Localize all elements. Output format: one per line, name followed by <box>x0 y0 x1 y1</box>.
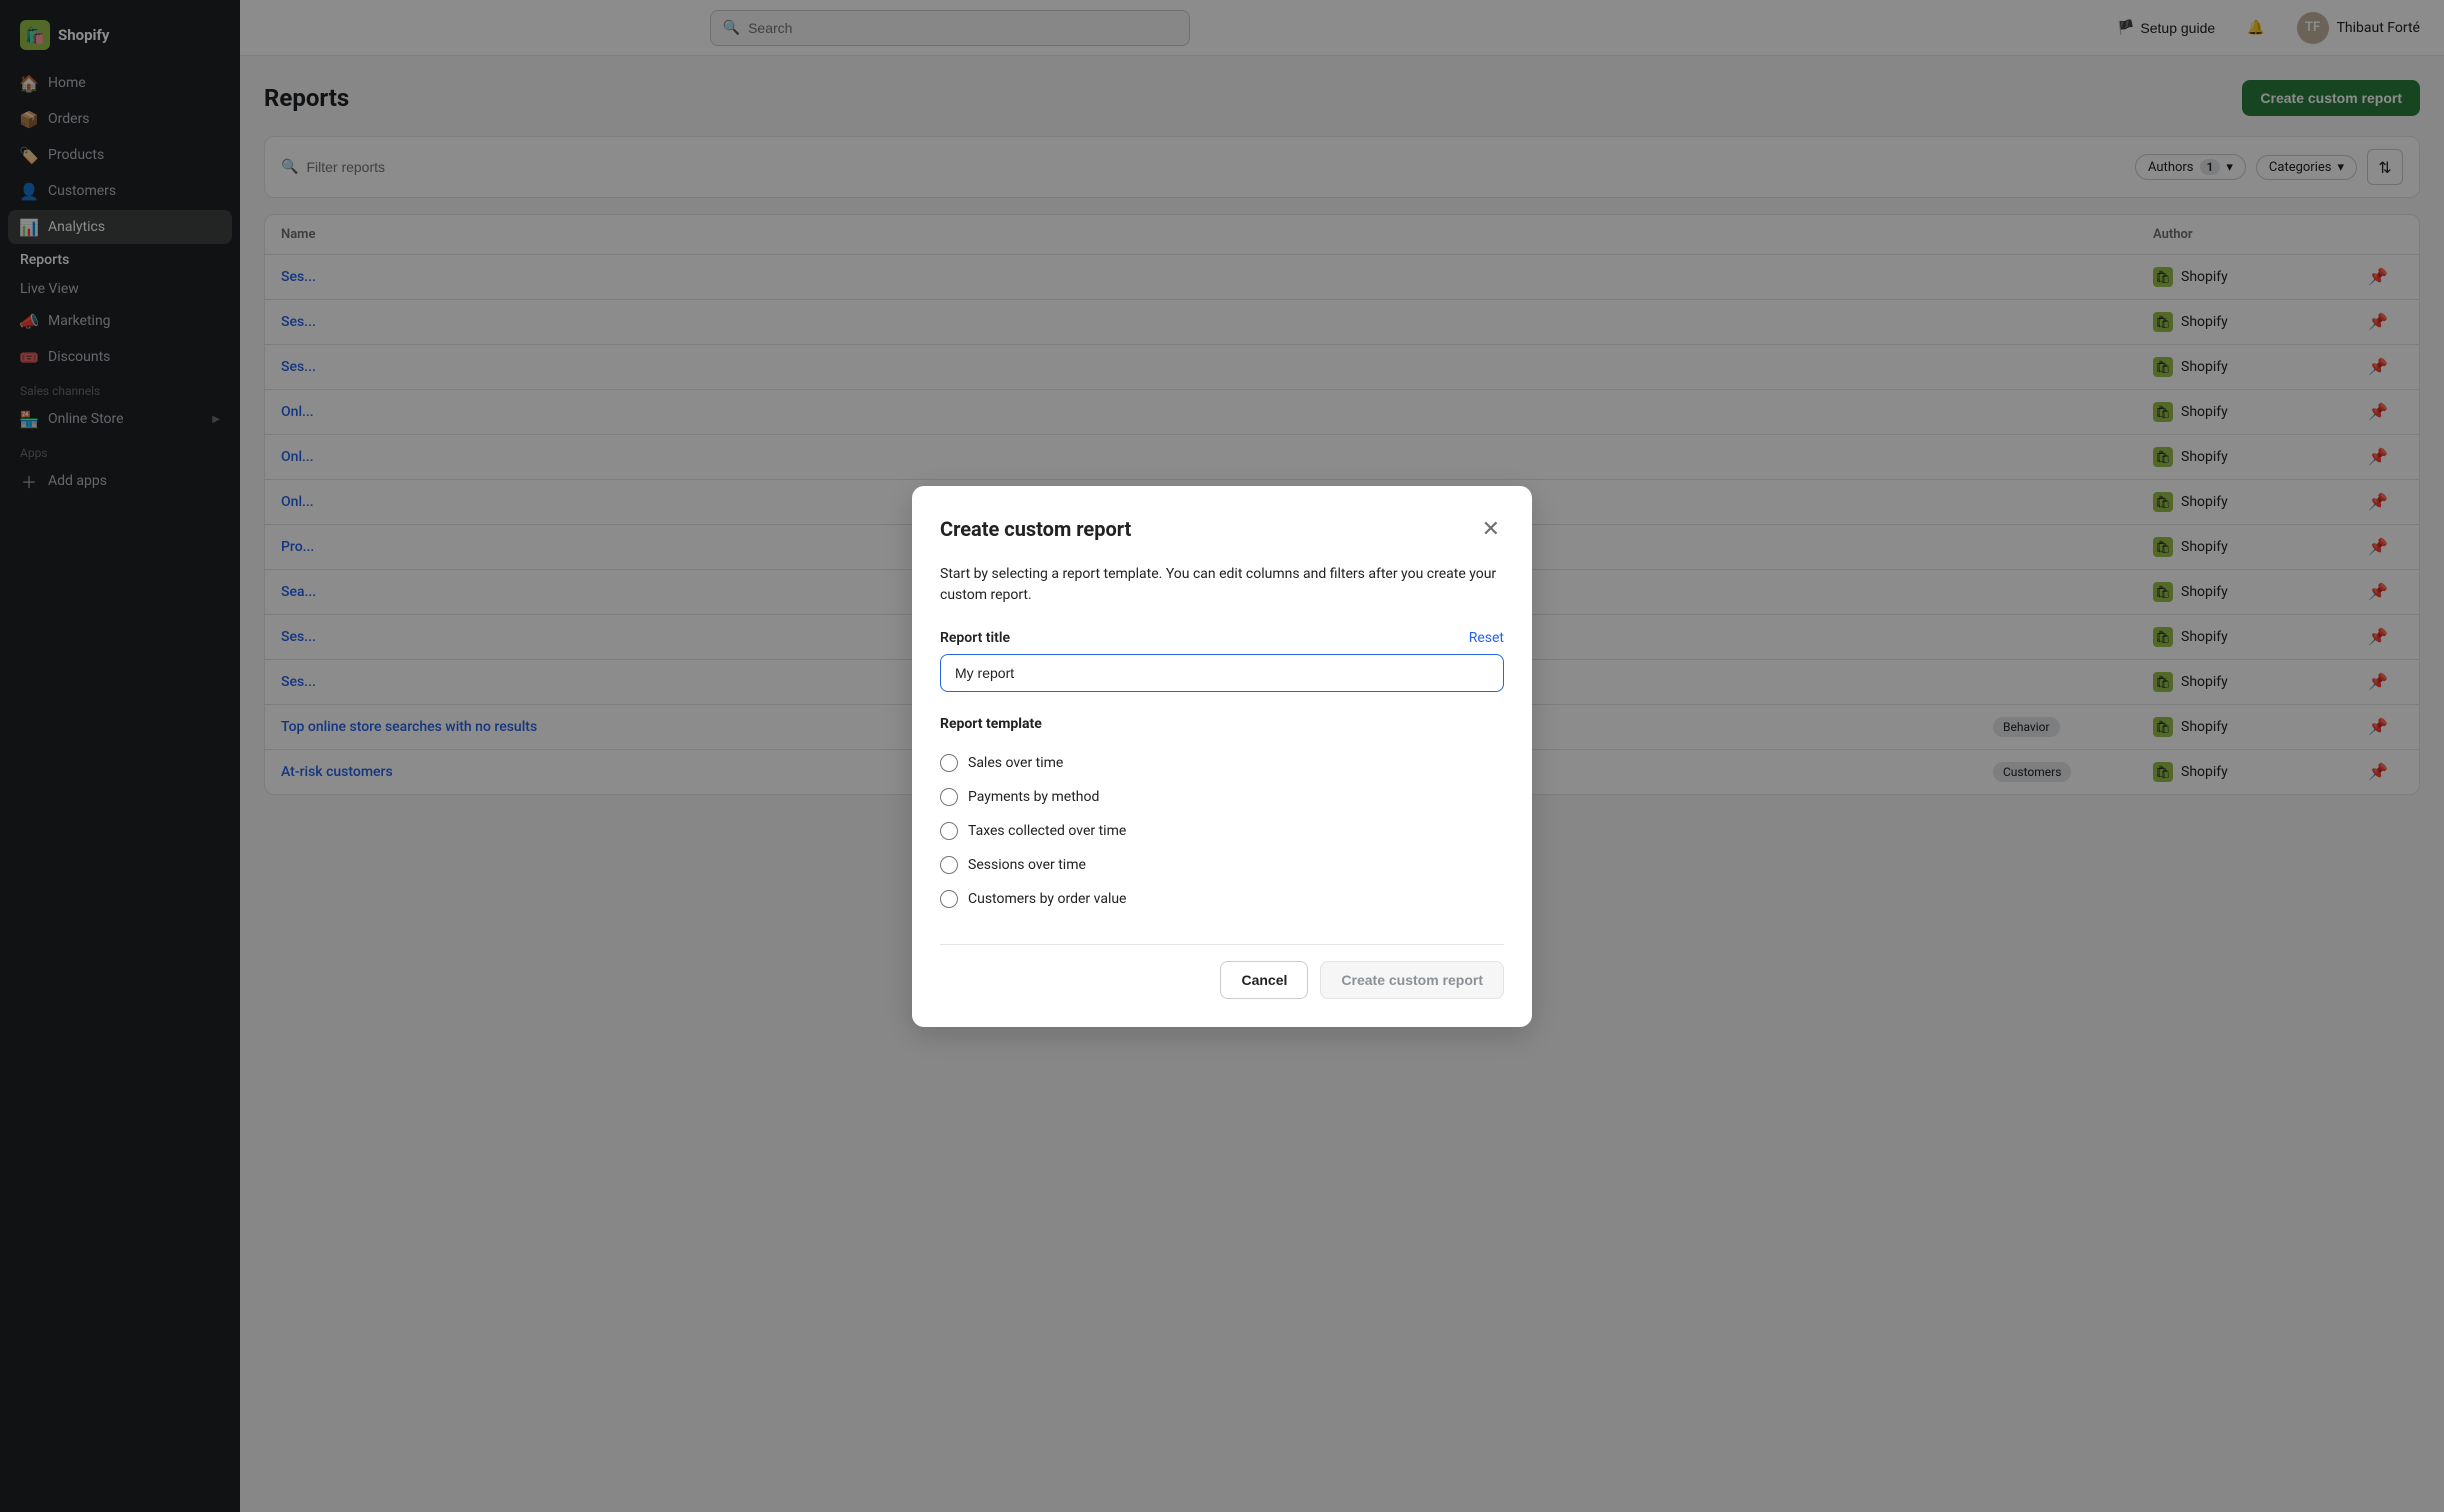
modal-footer: Cancel Create custom report <box>940 944 1504 999</box>
report-title-label: Report title <box>940 630 1010 646</box>
create-custom-report-modal: Create custom report ✕ Start by selectin… <box>912 486 1532 1027</box>
template-radio-customers-by-order-value[interactable] <box>940 890 958 908</box>
template-radio-taxes-collected[interactable] <box>940 822 958 840</box>
template-radio-sales-over-time[interactable] <box>940 754 958 772</box>
template-radio-sessions-over-time[interactable] <box>940 856 958 874</box>
reset-link[interactable]: Reset <box>1469 630 1504 646</box>
template-option-customers-by-order-value[interactable]: Customers by order value <box>940 882 1504 916</box>
cancel-button[interactable]: Cancel <box>1220 961 1308 999</box>
template-section-label: Report template <box>940 716 1504 732</box>
modal-title: Create custom report <box>940 517 1131 541</box>
template-label: Customers by order value <box>968 891 1126 907</box>
template-option-payments-by-method[interactable]: Payments by method <box>940 780 1504 814</box>
modal-overlay[interactable]: Create custom report ✕ Start by selectin… <box>0 0 2444 1512</box>
report-title-input[interactable] <box>940 654 1504 692</box>
modal-header: Create custom report ✕ <box>940 514 1504 544</box>
template-option-sales-over-time[interactable]: Sales over time <box>940 746 1504 780</box>
modal-close-button[interactable]: ✕ <box>1478 514 1504 544</box>
template-label: Taxes collected over time <box>968 823 1126 839</box>
template-label: Sessions over time <box>968 857 1086 873</box>
template-label: Payments by method <box>968 789 1099 805</box>
template-option-taxes-collected[interactable]: Taxes collected over time <box>940 814 1504 848</box>
create-report-button[interactable]: Create custom report <box>1320 961 1504 999</box>
modal-field-label-row: Report title Reset <box>940 630 1504 646</box>
template-label: Sales over time <box>968 755 1063 771</box>
template-radio-payments-by-method[interactable] <box>940 788 958 806</box>
modal-description: Start by selecting a report template. Yo… <box>940 564 1504 606</box>
template-option-sessions-over-time[interactable]: Sessions over time <box>940 848 1504 882</box>
